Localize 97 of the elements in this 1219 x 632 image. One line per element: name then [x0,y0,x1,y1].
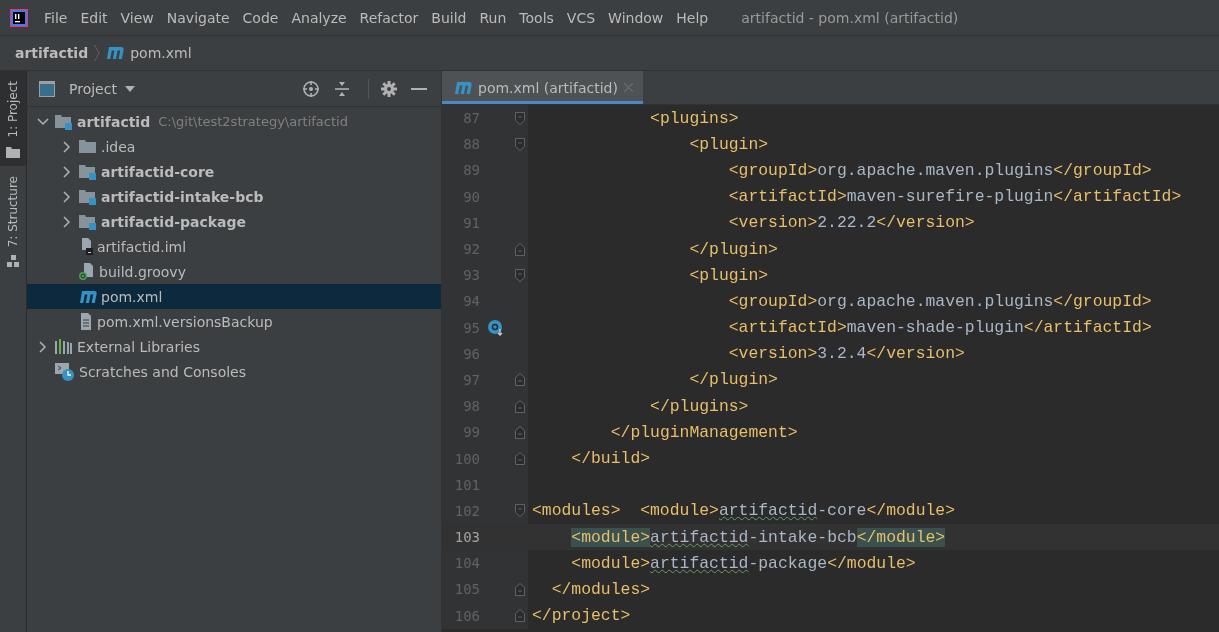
file-icon [79,238,93,255]
text-file-icon [79,313,93,330]
tree-item-label: artifactid [77,113,151,130]
code-line: <groupId>org.apache.maven.plugins</groupId> [727,291,1152,311]
tree-item[interactable]: External Libraries [27,334,441,359]
fold-marker-icon[interactable] [515,242,525,256]
folder-icon [6,145,20,158]
tree-item[interactable]: pom.xml [27,284,441,309]
menu-item[interactable]: Refactor [359,9,419,26]
menu-item[interactable]: Edit [80,9,108,26]
menu-item[interactable]: Analyze [291,9,347,26]
tree-item[interactable]: build.groovy [27,259,441,284]
tree-item-label: External Libraries [77,338,200,355]
module-folder-icon [79,188,97,205]
menu-item[interactable]: Code [242,9,279,26]
maven-icon [79,290,97,303]
chevron-icon [94,44,101,62]
breadcrumb-item[interactable]: artifactid [15,45,89,61]
code-line: <plugin> [688,134,769,154]
fold-marker-icon[interactable] [515,111,525,125]
tool-window-tab[interactable]: 1: Project [0,71,26,166]
code-line: <artifactId>maven-shade-plugin</artifactId> [727,318,1152,338]
window-title: artifactid - pom.xml (artifactid) [741,9,959,26]
fold-marker-icon[interactable] [515,609,525,623]
fold-marker-icon[interactable] [515,399,525,413]
code-line: </project> [532,606,631,626]
app-logo-icon [10,8,28,27]
code-line: <module>artifactid-intake-bcb</module> [570,527,946,547]
tree-item[interactable]: artifactid-intake-bcb [27,184,441,209]
collapse-all-icon[interactable] [334,79,350,98]
window-icon [39,80,55,97]
tree-item-label: build.groovy [99,263,186,280]
code-line: </build> [570,449,651,469]
fold-marker-icon[interactable] [515,373,525,387]
menu-item[interactable]: Help [676,9,709,26]
menu-item[interactable]: VCS [566,9,596,26]
maven-icon [106,47,125,59]
tree-item[interactable]: artifactid-core [27,159,441,184]
code-line: <plugins> [649,108,739,128]
tree-item-label: pom.xml [101,288,163,305]
fold-marker-icon[interactable] [515,582,525,596]
code-line: </plugins> [649,396,749,416]
tree-item[interactable]: pom.xml.versionsBackup [27,309,441,334]
code-line: <module>artifactid-package</module> [570,553,916,573]
editor-tab[interactable]: pom.xml (artifactid) [442,71,643,104]
structure-icon [6,254,20,268]
tool-window-tab[interactable]: 7: Structure [0,165,26,276]
folder-icon [79,139,97,154]
code-line: </modules> [550,579,651,599]
code-line: <plugin> [688,265,769,285]
fold-marker-icon[interactable] [515,137,525,151]
menu-item[interactable]: File [44,9,68,26]
code-line: </pluginManagement> [609,422,798,442]
tree-item-label: artifactid-intake-bcb [101,188,264,205]
groovy-file-icon [79,263,95,280]
code-line: <groupId>org.apache.maven.plugins</groupId> [727,160,1152,180]
fold-marker-icon[interactable] [515,268,525,282]
code-line: </plugin> [688,239,778,259]
locate-icon[interactable] [302,79,320,98]
menu-item[interactable]: View [120,9,154,26]
code-line: </plugin> [688,370,778,390]
code-line: <version>2.22.2</version> [727,213,975,233]
tree-item-label: .idea [101,138,136,155]
caret-icon[interactable] [124,85,135,92]
module-folder-icon [79,163,97,180]
line-number: 103 [453,529,480,546]
path-hint: C:\git\test2strategy\artifactid [158,114,348,129]
tree-item-label: Scratches and Consoles [79,363,246,380]
tree-item[interactable]: artifactid.iml [27,234,441,259]
tree-item[interactable]: Scratches and Consoles [27,359,441,384]
module-folder-icon [55,113,73,130]
menu-item[interactable]: Window [608,9,664,26]
menu-item[interactable]: Build [431,9,467,26]
fold-marker-icon[interactable] [515,425,525,439]
breadcrumb-item[interactable]: pom.xml [130,45,192,61]
tree-item-label: artifactid-core [101,163,215,180]
code-line: <artifactId>maven-surefire-plugin</artifactId> [727,187,1182,207]
menu-item[interactable]: Navigate [166,9,230,26]
tree-item-label: artifactid-package [101,213,247,230]
code-line: <version>3.2.4</version> [727,344,965,364]
tree-item[interactable]: artifactid C:\git\test2strategy\artifactid [27,109,441,134]
fold-marker-icon[interactable] [515,504,525,518]
menu-item[interactable]: Run [479,9,507,26]
settings-icon[interactable] [381,80,397,97]
panel-title-dropdown[interactable]: Project [69,80,117,97]
maven-goal-icon[interactable] [488,319,504,336]
tree-item-label: pom.xml.versionsBackup [97,313,273,330]
scratches-icon [55,362,75,381]
tree-item[interactable]: .idea [27,134,441,159]
code-line: <modules> <module>artifactid-core</module> [532,501,955,521]
maven-icon [454,81,472,94]
tree-item[interactable]: artifactid-package [27,209,441,234]
menu-item[interactable]: Tools [519,9,554,26]
fold-marker-icon[interactable] [515,452,525,466]
libraries-icon [55,339,73,354]
module-folder-icon [79,213,97,230]
tree-item-label: artifactid.iml [97,238,187,255]
